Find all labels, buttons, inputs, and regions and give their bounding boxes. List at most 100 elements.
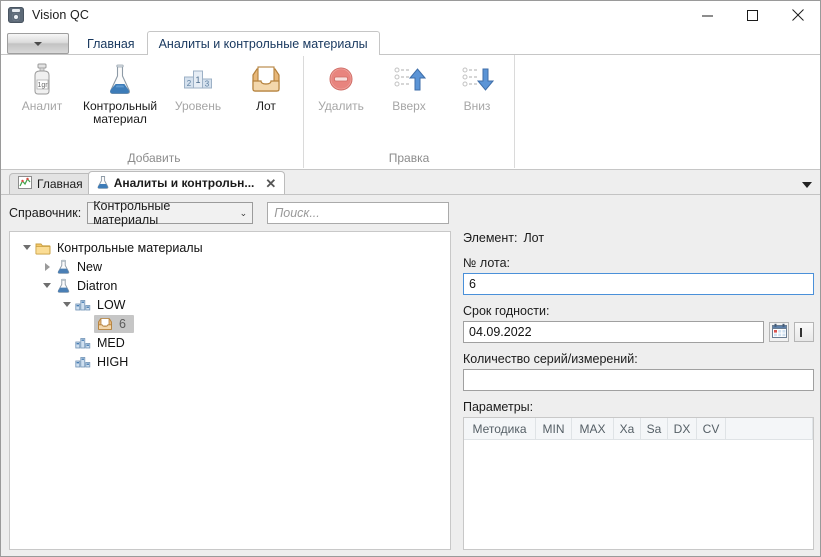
document-tab-analytes-label: Аналиты и контрольн... [113, 176, 255, 190]
document-tab-home[interactable]: Главная [9, 173, 92, 194]
parameters-label: Параметры: [463, 400, 534, 414]
level-bars-icon [74, 335, 92, 351]
content-columns: Контрольные материалы New Diatron LOW 6 … [9, 231, 814, 550]
flask-icon [54, 259, 72, 275]
element-type-value: Лот [523, 231, 545, 245]
podium-icon: 1 2 3 [181, 63, 215, 97]
tree-node-med[interactable]: MED [14, 333, 446, 352]
search-placeholder: Поиск... [274, 206, 320, 220]
cursor-bar-icon [799, 327, 802, 337]
tree-node-label: MED [97, 335, 125, 350]
parameters-table-body[interactable] [464, 440, 813, 549]
chart-icon [18, 176, 32, 192]
application-menu-button[interactable] [7, 33, 69, 54]
column-header-cv[interactable]: CV [697, 418, 726, 439]
flask-icon [97, 175, 109, 192]
calendar-button[interactable] [769, 322, 789, 342]
close-button[interactable] [775, 1, 820, 29]
triangle-down-icon [43, 283, 51, 288]
ribbon-button-delete[interactable]: Удалить [307, 60, 375, 114]
directory-select[interactable]: Контрольные материалы ⌄ [87, 199, 254, 227]
expiry-date-label: Срок годности: [463, 304, 550, 318]
clear-date-button[interactable] [794, 322, 814, 342]
column-header-sa[interactable]: Sa [641, 418, 668, 439]
series-count-input[interactable] [463, 369, 814, 391]
delete-circle-minus-icon [326, 63, 356, 97]
element-prefix-label: Элемент: [463, 231, 518, 245]
ribbon-group-edit: Удалить Вверх Вниз Правка [303, 55, 515, 168]
ribbon-button-move-down[interactable]: Вниз [443, 60, 511, 114]
ribbon-tab-analytes[interactable]: Аналиты и контрольные материалы [146, 31, 380, 56]
material-tree[interactable]: Контрольные материалы New Diatron LOW 6 … [9, 231, 451, 550]
ribbon-button-move-up-label: Вверх [392, 99, 426, 113]
ribbon-button-control-material-label: Контрольный материал [82, 99, 158, 126]
lot-number-input[interactable]: 6 [463, 273, 814, 295]
column-header-max[interactable]: MAX [572, 418, 614, 439]
svg-text:1gr: 1gr [37, 82, 48, 89]
element-header: Элемент: Лот [463, 231, 814, 247]
inbox-tray-icon [249, 63, 283, 97]
column-header-min[interactable]: MIN [536, 418, 572, 439]
ribbon-button-level-label: Уровень [174, 99, 222, 113]
svg-text:2: 2 [187, 79, 192, 88]
expander-toggle[interactable] [20, 245, 34, 250]
close-icon[interactable]: ✕ [265, 177, 276, 190]
tree-node-lot-6[interactable]: 6 [14, 314, 446, 333]
expander-toggle[interactable] [40, 262, 54, 271]
ribbon-button-lot-label: Лот [256, 99, 276, 113]
expiry-date-input[interactable]: 04.09.2022 [463, 321, 764, 343]
level-bars-icon [74, 297, 92, 313]
ribbon-button-analyte-label: Аналит [21, 99, 63, 113]
tree-node-label: New [77, 259, 103, 274]
ribbon-button-lot[interactable]: Лот [232, 60, 300, 114]
ribbon-group-add-label: Добавить [127, 151, 181, 165]
ribbon: 1gr Аналит Контрольный материал 1 2 3 Ур… [1, 55, 820, 170]
expander-toggle[interactable] [60, 302, 74, 307]
expander-toggle[interactable] [40, 283, 54, 288]
column-header-method[interactable]: Методика [464, 418, 536, 439]
ribbon-button-control-material[interactable]: Контрольный материал [76, 60, 164, 127]
calendar-icon [771, 323, 787, 341]
document-tab-analytes[interactable]: Аналиты и контрольн... ✕ [87, 171, 286, 194]
ribbon-button-move-up[interactable]: Вверх [375, 60, 443, 114]
application-window: Vision QC Главная Аналиты и контрольные … [0, 0, 821, 557]
chevron-down-icon: ⌄ [239, 207, 248, 218]
triangle-right-icon [44, 262, 50, 271]
chevron-down-icon[interactable] [802, 182, 812, 188]
tree-node-control-materials[interactable]: Контрольные материалы [14, 238, 446, 257]
column-header-xa[interactable]: Xa [614, 418, 641, 439]
expiry-date-row: 04.09.2022 [463, 321, 814, 343]
move-up-arrow-icon [392, 63, 426, 97]
directory-select-value: Контрольные материалы [93, 199, 171, 227]
document-tab-home-label: Главная [37, 177, 83, 191]
folder-icon [34, 240, 52, 256]
tree-node-diatron[interactable]: Diatron [14, 276, 446, 295]
vial-1gr-icon: 1gr [27, 63, 57, 97]
ribbon-button-delete-label: Удалить [318, 99, 364, 113]
parameters-table: Методика MIN MAX Xa Sa DX CV [463, 417, 814, 550]
lot-number-label: № лота: [463, 256, 511, 270]
search-input[interactable]: Поиск... [267, 202, 450, 224]
minimize-button[interactable] [685, 1, 730, 29]
directory-label: Справочник: [9, 206, 82, 220]
directory-toolbar: Справочник: Контрольные материалы ⌄ Поис… [9, 199, 814, 227]
tree-node-new[interactable]: New [14, 257, 446, 276]
column-header-dx[interactable]: DX [668, 418, 697, 439]
ribbon-button-analyte[interactable]: 1gr Аналит [8, 60, 76, 114]
ribbon-button-level[interactable]: 1 2 3 Уровень [164, 60, 232, 114]
parameters-table-header: Методика MIN MAX Xa Sa DX CV [464, 418, 813, 440]
window-title: Vision QC [32, 8, 89, 22]
window-controls [685, 1, 820, 29]
tree-node-low[interactable]: LOW [14, 295, 446, 314]
tree-node-high[interactable]: HIGH [14, 352, 446, 371]
tree-node-label: HIGH [97, 354, 129, 369]
triangle-down-icon [23, 245, 31, 250]
ribbon-group-add: 1gr Аналит Контрольный материал 1 2 3 Ур… [5, 55, 303, 168]
level-bars-icon [74, 354, 92, 370]
move-down-arrow-icon [460, 63, 494, 97]
ribbon-tab-home[interactable]: Главная [75, 32, 147, 55]
tree-node-label: LOW [97, 297, 126, 312]
tree-node-selection: 6 [94, 314, 134, 333]
maximize-button[interactable] [730, 1, 775, 29]
details-pane: Элемент: Лот № лота: 6 Срок годности: 04… [463, 231, 814, 550]
